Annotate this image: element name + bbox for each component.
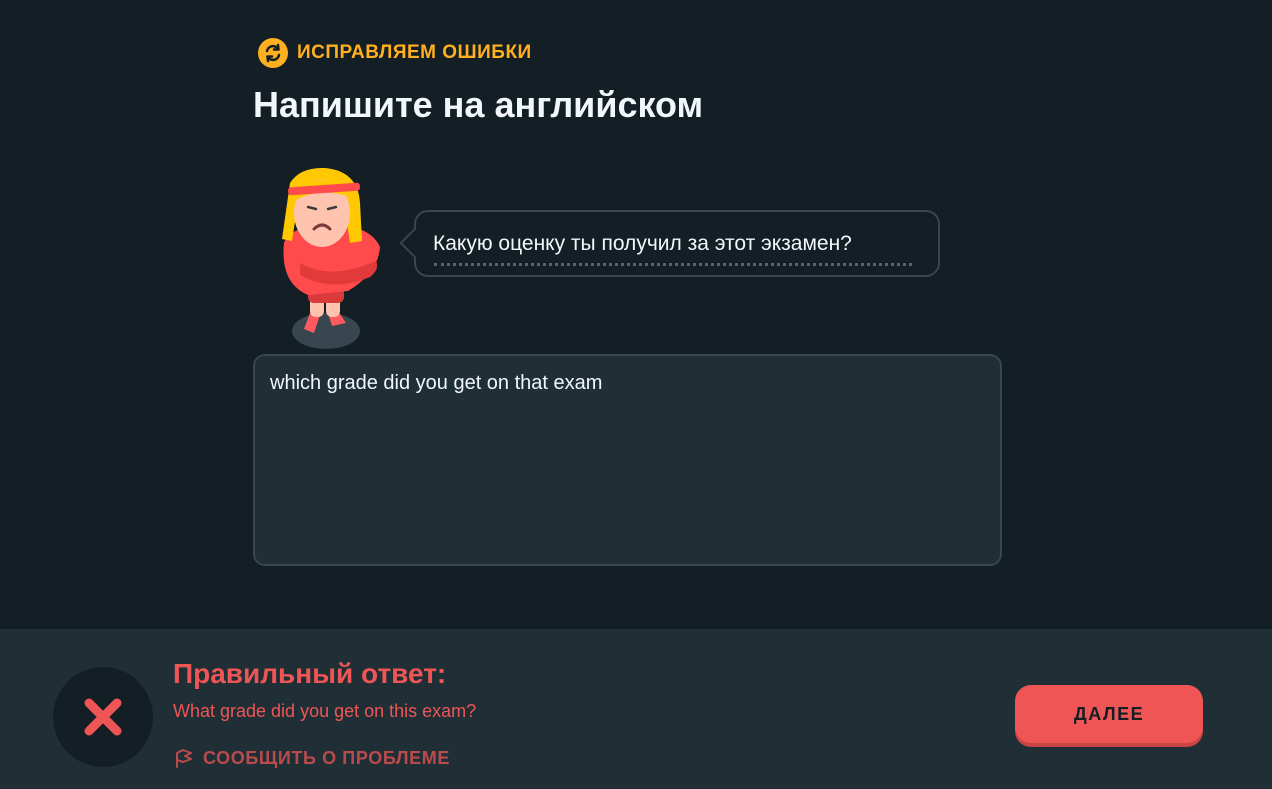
report-problem-link[interactable]: СООБЩИТЬ О ПРОБЛЕМЕ <box>173 747 450 769</box>
continue-button[interactable]: ДАЛЕЕ <box>1015 685 1203 743</box>
speech-bubble: Какую оценку ты получил за этот экзамен? <box>399 210 940 277</box>
hint-underline <box>434 263 912 266</box>
result-status-circle <box>53 667 153 767</box>
correct-answer-text: What grade did you get on this exam? <box>173 701 477 721</box>
answer-text-value: which grade did you get on that exam <box>270 372 603 394</box>
challenge-type-label: ИСПРАВЛЯЕМ ОШИБКИ <box>297 42 532 63</box>
challenge-type-header: ИСПРАВЛЯЕМ ОШИБКИ <box>258 38 532 68</box>
speech-bubble-tail <box>399 227 431 259</box>
prompt-sentence[interactable]: Какую оценку ты получил за этот экзамен? <box>433 232 852 256</box>
answer-textarea[interactable]: which grade did you get on that exam <box>253 354 1002 566</box>
character-illustration <box>282 167 380 349</box>
refresh-arrows-icon <box>258 38 288 68</box>
feedback-panel: Правильный ответ: What grade did you get… <box>0 629 1272 789</box>
feedback-title: Правильный ответ: <box>173 658 447 689</box>
report-problem-label: СООБЩИТЬ О ПРОБЛЕМЕ <box>203 747 450 768</box>
x-icon <box>84 698 122 736</box>
page-title: Напишите на английском <box>253 84 704 125</box>
flag-icon <box>176 749 192 768</box>
